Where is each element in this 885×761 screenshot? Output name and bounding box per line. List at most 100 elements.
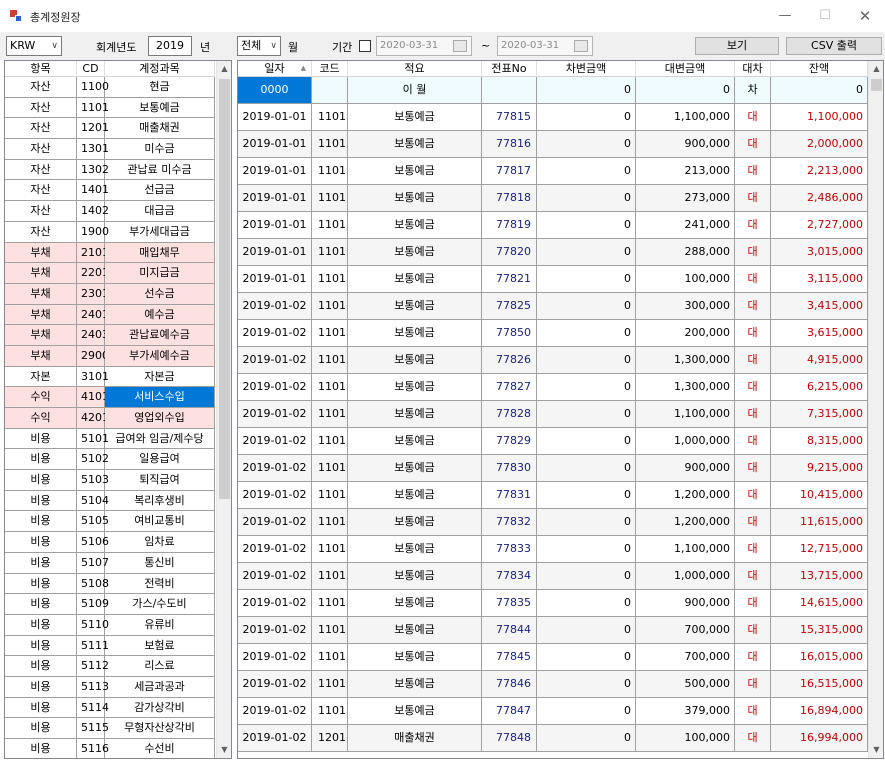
scroll-down-icon[interactable]: ▼ [217, 742, 231, 758]
scroll-up-icon[interactable]: ▲ [217, 61, 231, 77]
sort-ascending-icon[interactable]: ▲ [301, 61, 306, 76]
column-header[interactable]: 차변금액 [537, 61, 636, 77]
chevron-down-icon[interactable]: ∨ [270, 37, 277, 55]
account-row[interactable]: 비용 5106 임차료 [5, 532, 215, 553]
ledger-row[interactable]: 2019-01-01 1101 보통예금 77821 0 100,000 대 3,115,00… [238, 266, 868, 293]
account-row[interactable]: 비용 5113 세금과공과 [5, 676, 215, 698]
close-icon[interactable]: ✕ [844, 0, 885, 32]
maximize-icon[interactable]: ☐ [804, 0, 846, 32]
column-header[interactable]: 코드 [312, 61, 348, 77]
csv-export-button[interactable]: CSV 출력 [786, 37, 882, 55]
ledger-row[interactable]: 2019-01-02 1101 보통예금 77828 0 1,100,000 대 7,315,… [238, 401, 868, 428]
account-row[interactable]: 자산 1900 부가세대급금 [5, 221, 215, 243]
ledger-row[interactable]: 2019-01-02 1101 보통예금 77832 0 1,200,000 대 11,615… [238, 509, 868, 536]
account-row[interactable]: 비용 5115 무형자산상각비 [5, 718, 215, 739]
month-select[interactable]: 전체 ∨ [237, 36, 281, 56]
account-row[interactable]: 자산 1301 미수금 [5, 139, 215, 160]
ledger-row[interactable]: 2019-01-02 1101 보통예금 77831 0 1,200,000 대 10,415… [238, 482, 868, 509]
fiscal-year-input[interactable]: 2019 [148, 36, 192, 56]
calendar-icon[interactable] [453, 40, 467, 52]
ledger-row[interactable]: 2019-01-01 1101 보통예금 77820 0 288,000 대 3,015,00… [238, 239, 868, 266]
account-row[interactable]: 수익 4201 영업외수입 [5, 408, 215, 429]
ledger-row[interactable]: 2019-01-02 1101 보통예금 77834 0 1,000,000 대 13,715… [238, 563, 868, 590]
ledger-grid[interactable]: 일자 ▲ 코드 적요 전표No 차변금액 대변금액 대차 잔액 0000 이 월 0 0 차 0 2019-… [237, 60, 884, 759]
currency-select[interactable]: KRW ∨ [6, 36, 62, 56]
column-header[interactable]: 계정과목 [105, 61, 215, 77]
account-row[interactable]: 부채 2900 부가세예수금 [5, 345, 215, 367]
minimize-icon[interactable]: — [764, 0, 806, 32]
ledger-grid-scrollbar[interactable]: ▲ ▼ [868, 61, 883, 758]
period-checkbox[interactable] [359, 40, 371, 52]
account-row[interactable]: 비용 5109 가스/수도비 [5, 594, 215, 615]
account-row[interactable]: 자본 3101 자본금 [5, 366, 215, 388]
account-row[interactable]: 자산 1402 대급금 [5, 201, 215, 222]
ledger-row[interactable]: 2019-01-02 1101 보통예금 77847 0 379,000 대 16,894,0… [238, 698, 868, 725]
account-row[interactable]: 수익 4101 서비스수입 [5, 387, 215, 408]
code-cell: 1101 [312, 374, 348, 401]
ledger-row[interactable]: 2019-01-02 1101 보통예금 77826 0 1,300,000 대 4,915,… [238, 347, 868, 374]
ledger-row[interactable]: 2019-01-01 1101 보통예금 77815 0 1,100,000 대 1,100,… [238, 104, 868, 131]
scroll-down-icon[interactable]: ▼ [869, 742, 883, 758]
account-grid-scrollbar[interactable]: ▲ ▼ [216, 61, 231, 758]
ledger-row[interactable]: 2019-01-02 1101 보통예금 77830 0 900,000 대 9,215,00… [238, 455, 868, 482]
scroll-up-icon[interactable]: ▲ [869, 61, 883, 77]
account-row[interactable]: 자산 1201 매출채권 [5, 118, 215, 140]
account-row[interactable]: 자산 1100 현금 [5, 77, 215, 98]
account-row[interactable]: 비용 5108 전력비 [5, 573, 215, 595]
calendar-icon[interactable] [574, 40, 588, 52]
ledger-row[interactable]: 2019-01-01 1101 보통예금 77817 0 213,000 대 2,213,00… [238, 158, 868, 185]
scroll-thumb[interactable] [219, 79, 230, 499]
account-row[interactable]: 자산 1401 선급금 [5, 180, 215, 202]
account-row[interactable]: 비용 5110 유류비 [5, 614, 215, 636]
account-row[interactable]: 비용 5107 통신비 [5, 552, 215, 574]
date-from-picker[interactable]: 2020-03-31 [376, 36, 472, 56]
ledger-row[interactable]: 2019-01-02 1101 보통예금 77835 0 900,000 대 14,615,0… [238, 590, 868, 617]
column-header[interactable]: 잔액 [771, 61, 868, 77]
column-header[interactable]: 적요 [348, 61, 482, 77]
ledger-row[interactable]: 2019-01-01 1101 보통예금 77818 0 273,000 대 2,486,00… [238, 185, 868, 212]
column-header[interactable]: 일자 ▲ [238, 61, 312, 77]
column-header[interactable]: 항목 [5, 61, 77, 77]
code-cell [312, 77, 348, 104]
ledger-row[interactable]: 2019-01-02 1101 보통예금 77829 0 1,000,000 대 8,315,… [238, 428, 868, 455]
account-row[interactable]: 비용 5114 감가상각비 [5, 697, 215, 719]
column-header[interactable]: CD [77, 61, 105, 77]
account-category-cell: 부채 [5, 283, 77, 305]
date-cell: 2019-01-01 [238, 266, 312, 293]
code-cell: 1101 [312, 212, 348, 239]
ledger-row[interactable]: 2019-01-01 1101 보통예금 77819 0 241,000 대 2,727,00… [238, 212, 868, 239]
ledger-row[interactable]: 2019-01-02 1101 보통예금 77845 0 700,000 대 16,015,0… [238, 644, 868, 671]
ledger-row[interactable]: 2019-01-02 1101 보통예금 77844 0 700,000 대 15,315,0… [238, 617, 868, 644]
account-row[interactable]: 비용 5101 급여와 임금/제수당 [5, 428, 215, 450]
account-row[interactable]: 비용 5103 퇴직급여 [5, 470, 215, 491]
account-row[interactable]: 비용 5116 수선비 [5, 739, 215, 758]
ledger-row[interactable]: 2019-01-02 1201 매출채권 77848 0 100,000 대 16,994,0… [238, 725, 868, 752]
chevron-down-icon[interactable]: ∨ [51, 37, 58, 55]
column-header[interactable]: 전표No [482, 61, 537, 77]
account-row[interactable]: 부채 2301 선수금 [5, 283, 215, 305]
account-row[interactable]: 부채 2101 매입채무 [5, 242, 215, 264]
scroll-thumb[interactable] [871, 79, 882, 91]
ledger-row[interactable]: 2019-01-02 1101 보통예금 77846 0 500,000 대 16,515,0… [238, 671, 868, 698]
account-row[interactable]: 부채 2201 미지급금 [5, 263, 215, 284]
account-row[interactable]: 부채 2403 관납료예수금 [5, 325, 215, 346]
account-row[interactable]: 자산 1302 관납료 미수금 [5, 159, 215, 181]
account-row[interactable]: 자산 1101 보통예금 [5, 97, 215, 119]
ledger-row[interactable]: 2019-01-02 1101 보통예금 77825 0 300,000 대 3,415,00… [238, 293, 868, 320]
ledger-row[interactable]: 2019-01-01 1101 보통예금 77816 0 900,000 대 2,000,00… [238, 131, 868, 158]
account-row[interactable]: 비용 5104 복리후생비 [5, 490, 215, 512]
account-row[interactable]: 비용 5111 보험료 [5, 635, 215, 657]
account-row[interactable]: 비용 5112 리스료 [5, 656, 215, 677]
date-to-picker[interactable]: 2020-03-31 [497, 36, 593, 56]
ledger-row[interactable]: 2019-01-02 1101 보통예금 77833 0 1,100,000 대 12,715… [238, 536, 868, 563]
column-header[interactable]: 대변금액 [636, 61, 735, 77]
ledger-row[interactable]: 2019-01-02 1101 보통예금 77827 0 1,300,000 대 6,215,… [238, 374, 868, 401]
view-button[interactable]: 보기 [695, 37, 779, 55]
account-row[interactable]: 비용 5105 여비교통비 [5, 511, 215, 533]
column-header[interactable]: 대차 [735, 61, 771, 77]
account-grid[interactable]: 항목 CD 계정과목 자산 1100 현금 자산 1101 보통예금 자산 1201 매출채권 자산 1… [4, 60, 232, 759]
account-row[interactable]: 부채 2401 예수금 [5, 304, 215, 326]
account-row[interactable]: 비용 5102 일용급여 [5, 449, 215, 471]
ledger-row[interactable]: 0000 이 월00차0 [238, 77, 868, 104]
ledger-row[interactable]: 2019-01-02 1101 보통예금 77850 0 200,000 대 3,615,00… [238, 320, 868, 347]
